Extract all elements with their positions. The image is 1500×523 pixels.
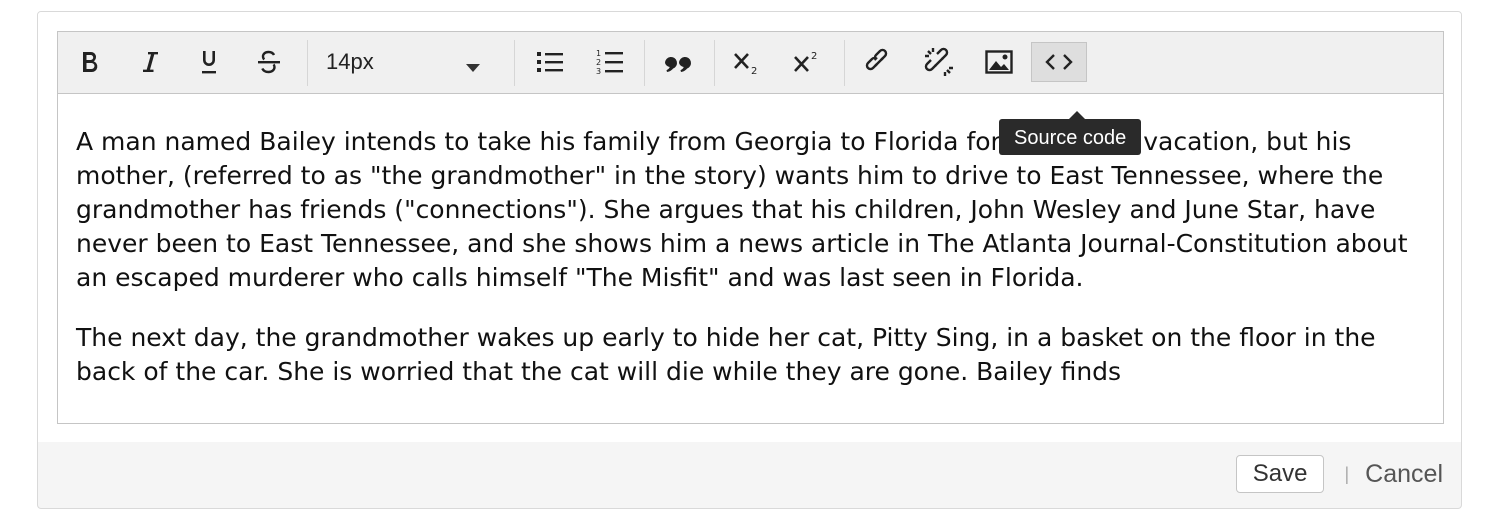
superscript-button[interactable]: 2 xyxy=(787,42,827,82)
numbered-list-icon: 123 xyxy=(596,48,624,76)
superscript-icon: 2 xyxy=(792,49,822,75)
svg-text:2: 2 xyxy=(811,51,817,62)
image-button[interactable] xyxy=(979,42,1019,82)
rich-text-editor: 14px 123 2 2 A man named Bailey intends … xyxy=(57,31,1444,424)
link-button[interactable] xyxy=(859,42,899,82)
toolbar-separator xyxy=(514,40,515,86)
toolbar-separator xyxy=(714,40,715,86)
unlink-button[interactable] xyxy=(919,42,959,82)
italic-icon xyxy=(139,50,161,74)
quote-icon xyxy=(663,51,693,73)
link-icon xyxy=(865,48,893,76)
svg-text:2: 2 xyxy=(596,58,601,67)
underline-button[interactable] xyxy=(189,42,229,82)
subscript-icon: 2 xyxy=(732,49,762,75)
editor-toolbar: 14px 123 2 2 xyxy=(58,32,1443,94)
source-code-button[interactable] xyxy=(1031,42,1087,82)
strikethrough-icon xyxy=(256,49,282,75)
unlink-icon xyxy=(924,47,954,77)
bullet-list-icon xyxy=(536,50,564,74)
svg-text:3: 3 xyxy=(596,67,601,76)
code-icon xyxy=(1045,52,1073,72)
content-paragraph: A man named Bailey intends to take his f… xyxy=(76,127,1408,292)
image-icon xyxy=(985,50,1013,74)
editor-panel: 14px 123 2 2 A man named Bailey intends … xyxy=(37,11,1462,509)
font-size-value: 14px xyxy=(326,49,374,74)
toolbar-separator xyxy=(644,40,645,86)
toolbar-separator xyxy=(307,40,308,86)
svg-text:2: 2 xyxy=(751,66,757,75)
save-button[interactable]: Save xyxy=(1235,455,1325,493)
font-size-select[interactable]: 14px xyxy=(310,42,494,82)
chevron-down-icon xyxy=(466,59,480,77)
blockquote-button[interactable] xyxy=(658,42,698,82)
action-divider: | xyxy=(1344,463,1350,484)
numbered-list-button[interactable]: 123 xyxy=(590,42,630,82)
toolbar-separator xyxy=(844,40,845,86)
form-actions: Save | Cancel xyxy=(1235,454,1443,494)
bullet-list-button[interactable] xyxy=(530,42,570,82)
bold-icon xyxy=(79,50,101,74)
underline-icon xyxy=(198,49,220,75)
editor-content[interactable]: A man named Bailey intends to take his f… xyxy=(76,94,1425,423)
svg-text:1: 1 xyxy=(596,49,601,58)
subscript-button[interactable]: 2 xyxy=(727,42,767,82)
bold-button[interactable] xyxy=(70,42,110,82)
cancel-link[interactable]: Cancel xyxy=(1365,460,1443,489)
content-paragraph: The next day, the grandmother wakes up e… xyxy=(76,323,1376,386)
strikethrough-button[interactable] xyxy=(249,42,289,82)
source-code-tooltip: Source code xyxy=(999,111,1142,155)
italic-button[interactable] xyxy=(130,42,170,82)
